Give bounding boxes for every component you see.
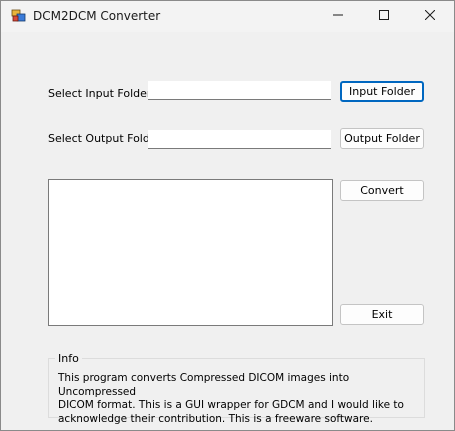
window-title: DCM2DCM Converter [33, 9, 161, 23]
app-icon [11, 9, 27, 23]
info-legend: Info [55, 352, 82, 365]
log-listbox[interactable] [48, 179, 333, 326]
info-text: This program converts Compressed DICOM i… [58, 372, 404, 425]
output-folder-field[interactable] [148, 130, 331, 149]
minimize-button[interactable] [315, 1, 361, 32]
maximize-icon [379, 10, 389, 23]
output-folder-label: Select Output Folder [48, 132, 162, 145]
input-folder-field[interactable] [148, 81, 331, 100]
maximize-button[interactable] [361, 1, 407, 32]
input-folder-label: Select Input Folder [48, 87, 152, 100]
close-button[interactable] [407, 1, 453, 32]
exit-button[interactable]: Exit [340, 304, 424, 325]
input-folder-button[interactable]: Input Folder [340, 81, 424, 102]
convert-button[interactable]: Convert [340, 180, 424, 201]
app-window: DCM2DCM Converter Select Input Folder In… [0, 0, 455, 431]
output-folder-button[interactable]: Output Folder [340, 128, 424, 149]
title-bar[interactable]: DCM2DCM Converter [1, 1, 454, 32]
minimize-icon [333, 10, 343, 23]
close-icon [424, 9, 436, 23]
